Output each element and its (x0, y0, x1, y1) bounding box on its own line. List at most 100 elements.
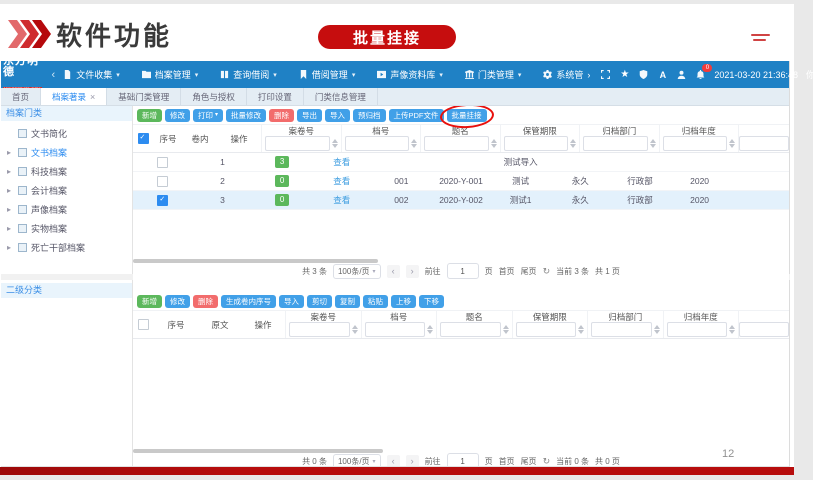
tab-archive-cataloging[interactable]: 档案著录 × (41, 88, 107, 105)
nav-menu-borrow-mgmt[interactable]: 借阅管理 ▾ (299, 68, 356, 81)
nav-menu-file-collect[interactable]: 文件收集 ▾ (63, 68, 120, 81)
row-checkbox-checked[interactable] (157, 195, 168, 206)
volume-count-badge[interactable]: 0 (275, 194, 289, 206)
sort-icon[interactable] (332, 139, 338, 148)
filter-input-partial-2[interactable] (739, 322, 789, 337)
filter-input-file-number-2[interactable] (289, 322, 350, 337)
expand-arrow-icon[interactable]: ▸ (7, 205, 14, 214)
expand-arrow-icon[interactable]: ▸ (7, 167, 14, 176)
tree-item[interactable]: ▸声像档案 (1, 200, 132, 219)
first-page-link[interactable]: 首页 (499, 266, 515, 277)
tree-item[interactable]: ▸科技档案 (1, 162, 132, 181)
refresh-icon[interactable]: ↻ (543, 456, 551, 467)
sort-icon[interactable] (729, 139, 735, 148)
nav-menu-media-library[interactable]: 声像资料库 ▾ (377, 68, 443, 81)
view-link[interactable]: 查看 (333, 156, 350, 168)
cut-button[interactable]: 剪切 (307, 295, 332, 308)
upload-pdf-button[interactable]: 上传PDF文件 (389, 109, 444, 122)
filter-input-title-2[interactable] (440, 322, 501, 337)
filter-input-year-2[interactable] (667, 322, 728, 337)
prev-page-button[interactable]: ‹ (387, 455, 400, 467)
next-page-button[interactable]: › (406, 455, 419, 467)
page-size-select-2[interactable]: 100条/页 ▾ (333, 454, 381, 467)
collapse-menu-icon[interactable]: ‹ (52, 69, 56, 81)
sort-icon[interactable] (427, 325, 433, 334)
edit-button-2[interactable]: 修改 (165, 295, 190, 308)
expand-arrow-icon[interactable]: ▸ (7, 243, 14, 252)
filter-input-archive-number[interactable] (345, 136, 410, 151)
nav-greeting[interactable]: 你好 管理员 (806, 68, 813, 81)
last-page-link[interactable]: 尾页 (521, 266, 537, 277)
tree-item[interactable]: ▸会计档案 (1, 181, 132, 200)
pre-archive-button[interactable]: 预归档 (353, 109, 386, 122)
table-row[interactable]: 1 3 查看 测试导入 (133, 153, 789, 172)
volume-count-badge[interactable]: 0 (275, 175, 289, 187)
filter-input-department-2[interactable] (591, 322, 652, 337)
nav-menu-category-mgmt[interactable]: 门类管理 ▾ (465, 68, 522, 81)
next-page-button[interactable]: › (406, 265, 419, 278)
prev-page-button[interactable]: ‹ (387, 265, 400, 278)
print-dropdown-button[interactable]: 打印 ▾ (193, 109, 223, 122)
filter-input-archive-number-2[interactable] (365, 322, 426, 337)
sort-icon[interactable] (729, 325, 735, 334)
sort-icon[interactable] (491, 139, 497, 148)
import-button[interactable]: 导入 (325, 109, 350, 122)
batch-link-button[interactable]: 批量挂接 (447, 109, 487, 122)
tab-roles[interactable]: 角色与授权 (181, 88, 247, 105)
nav-menu-system[interactable]: 系统管 › (543, 68, 590, 81)
sort-icon[interactable] (578, 325, 584, 334)
tab-basic-category[interactable]: 基础门类管理 (107, 88, 181, 105)
delete-button[interactable]: 删除 (269, 109, 294, 122)
batch-link-callout-button[interactable]: 批量挂接 (318, 25, 456, 49)
filter-input-partial[interactable] (739, 136, 789, 151)
generate-seq-button[interactable]: 生成卷内序号 (221, 295, 276, 308)
move-up-button[interactable]: 上移 (391, 295, 416, 308)
tree-item[interactable]: ▸死亡干部档案 (1, 238, 132, 257)
sort-icon[interactable] (503, 325, 509, 334)
star-icon[interactable]: ★ (619, 69, 630, 80)
sort-icon[interactable] (411, 139, 417, 148)
select-all-checkbox-2[interactable] (138, 319, 149, 330)
filter-input-retention[interactable] (504, 136, 569, 151)
add-button[interactable]: 新增 (137, 109, 162, 122)
sort-icon[interactable] (650, 139, 656, 148)
tab-home[interactable]: 首页 (1, 88, 41, 105)
table-row-selected[interactable]: 3 0 查看 002 2020-Y-002 测试1 永久 行政部 2020 (133, 191, 789, 210)
select-all-checkbox[interactable] (138, 133, 149, 144)
fullscreen-icon[interactable] (600, 69, 611, 80)
filter-input-retention-2[interactable] (516, 322, 577, 337)
row-checkbox[interactable] (157, 157, 168, 168)
tab-print-settings[interactable]: 打印设置 (247, 88, 304, 105)
move-down-button[interactable]: 下移 (419, 295, 444, 308)
tree-item-selected[interactable]: ▸文书档案 (1, 143, 132, 162)
last-page-link[interactable]: 尾页 (521, 456, 537, 467)
close-icon[interactable]: × (90, 92, 95, 102)
page-size-select[interactable]: 100条/页 ▾ (333, 264, 381, 279)
volume-count-badge[interactable]: 3 (275, 156, 289, 168)
goto-page-input-2[interactable] (447, 453, 479, 466)
bell-icon[interactable]: 0 (695, 69, 706, 80)
table-row[interactable]: 2 0 查看 001 2020-Y-001 测试 永久 行政部 2020 (133, 172, 789, 191)
hamburger-icon[interactable] (751, 34, 773, 44)
import-button-2[interactable]: 导入 (279, 295, 304, 308)
scrollbar-thumb[interactable] (133, 449, 383, 453)
view-link[interactable]: 查看 (333, 194, 350, 206)
refresh-icon[interactable]: ↻ (543, 266, 551, 277)
user-icon[interactable] (676, 69, 687, 80)
view-link[interactable]: 查看 (333, 175, 350, 187)
filter-input-year[interactable] (663, 136, 728, 151)
goto-page-input[interactable] (447, 263, 479, 279)
nav-menu-archive-mgmt[interactable]: 档案管理 ▾ (142, 68, 199, 81)
tree-item[interactable]: ▸实物档案 (1, 219, 132, 238)
export-button[interactable]: 导出 (297, 109, 322, 122)
filter-input-file-number[interactable] (265, 136, 330, 151)
shield-icon[interactable] (638, 69, 649, 80)
first-page-link[interactable]: 首页 (499, 456, 515, 467)
copy-button[interactable]: 复制 (335, 295, 360, 308)
row-checkbox[interactable] (157, 176, 168, 187)
font-size-icon[interactable]: A (657, 69, 668, 80)
filter-input-title[interactable] (424, 136, 489, 151)
sort-icon[interactable] (654, 325, 660, 334)
expand-arrow-icon[interactable]: ▸ (7, 224, 14, 233)
scrollbar-thumb[interactable] (133, 259, 378, 263)
